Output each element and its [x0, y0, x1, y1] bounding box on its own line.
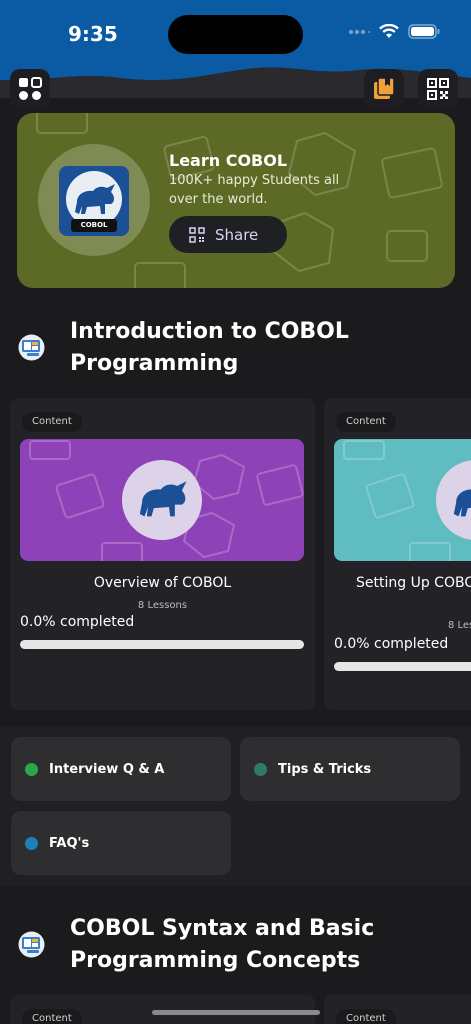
quick-link-faq[interactable]: FAQ's — [11, 811, 231, 875]
logo-text: COBOL — [71, 219, 117, 232]
home-indicator — [152, 1010, 320, 1015]
progress-bar — [334, 662, 471, 671]
course-thumbnail — [334, 439, 471, 561]
bookmarks-icon — [374, 77, 395, 99]
quick-link-label: Tips & Tricks — [278, 761, 372, 777]
status-dot — [25, 836, 38, 850]
section-title: Introduction to COBOL Programming — [70, 319, 349, 376]
card-title: Setting Up COBOL Envir — [356, 575, 471, 591]
hero-title: Learn COBOL — [169, 151, 288, 170]
progress-bar — [20, 640, 304, 649]
wifi-icon — [379, 24, 399, 38]
section-title: COBOL Syntax and Basic Programming Conce… — [70, 916, 375, 973]
menu-button[interactable] — [10, 69, 50, 109]
grid-menu-icon — [19, 77, 42, 100]
status-time: 9:35 — [68, 22, 118, 46]
card-title: Overview of COBOL — [93, 575, 232, 591]
lesson-count: 8 Lessons — [448, 620, 471, 631]
content-tag: Content — [22, 412, 82, 432]
share-button[interactable]: Share — [169, 216, 287, 253]
section-icon — [18, 334, 45, 361]
share-label: Share — [215, 225, 259, 244]
quick-link-interview[interactable]: Interview Q & A — [11, 737, 231, 801]
section-icon — [18, 931, 45, 958]
signal-icon — [348, 29, 370, 34]
rhino-mascot-icon — [75, 184, 115, 214]
content-tag: Content — [336, 412, 396, 432]
battery-icon — [408, 24, 440, 39]
content-tag: Content — [336, 1009, 396, 1024]
dynamic-island — [168, 15, 303, 54]
qr-share-icon — [189, 226, 205, 243]
qr-code-icon — [427, 78, 449, 100]
status-dot — [25, 762, 38, 776]
quick-link-tips[interactable]: Tips & Tricks — [240, 737, 460, 801]
quick-link-label: Interview Q & A — [49, 761, 165, 777]
rhino-icon — [139, 481, 187, 517]
progress-text: 0.0% completed — [20, 614, 135, 630]
hero-card: COBOL Learn COBOL 100K+ happy Students a… — [17, 113, 455, 288]
course-card[interactable]: Content Overview of COBOL 8 Lessons 0.0%… — [10, 398, 315, 710]
lesson-count: 8 Lessons — [137, 600, 188, 611]
bookmarks-button[interactable] — [364, 69, 404, 109]
progress-text: 0.0% completed — [334, 636, 449, 652]
status-dot — [254, 762, 267, 776]
cobol-logo: COBOL — [59, 166, 129, 236]
hero-subtitle: 100K+ happy Students all over the world. — [169, 173, 340, 207]
quick-link-label: FAQ's — [49, 835, 90, 851]
status-icons — [348, 24, 441, 39]
course-thumbnail — [20, 439, 304, 561]
course-card[interactable]: Content Setting Up COBOL Envir 8 Lessons… — [324, 398, 471, 710]
content-tag: Content — [22, 1009, 82, 1024]
qr-code-button[interactable] — [418, 69, 458, 109]
rhino-icon — [453, 489, 471, 517]
course-card[interactable]: Content — [324, 995, 471, 1024]
quick-links-panel: Interview Q & A Tips & Tricks FAQ's — [0, 727, 471, 887]
